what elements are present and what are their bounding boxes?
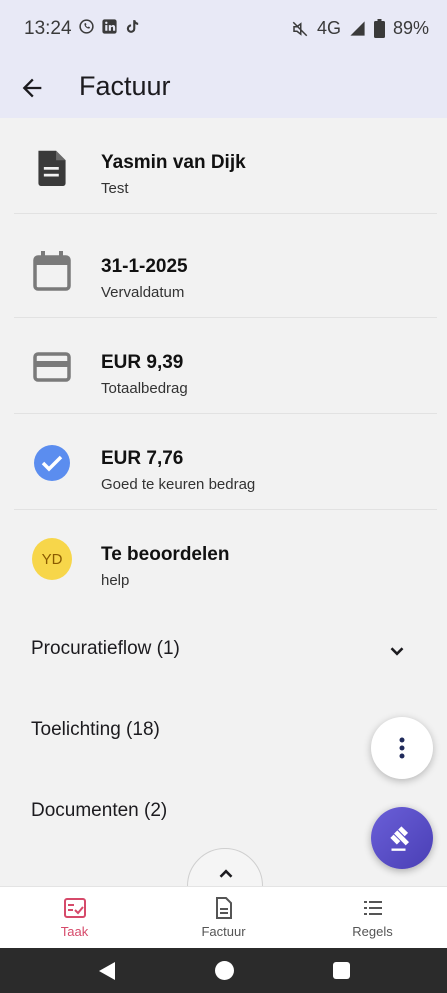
signal-icon: [350, 21, 365, 36]
system-navigation-bar: [0, 948, 447, 993]
info-row-supplier: Yasmin van Dijk Test: [14, 118, 437, 214]
battery-percent: 89%: [392, 18, 429, 38]
total-amount-value: EUR 9,39: [101, 352, 184, 373]
due-date-value: 31-1-2025: [101, 256, 188, 277]
nav-item-factuur[interactable]: Factuur: [149, 887, 298, 949]
page-title: Factuur: [79, 71, 171, 101]
system-recents-button[interactable]: [333, 962, 350, 979]
nav-item-taak[interactable]: Taak: [0, 887, 149, 949]
avatar: YD: [32, 538, 72, 580]
network-type: 4G: [316, 18, 341, 38]
section-label: Procuratieflow (1): [31, 638, 180, 659]
supplier-name: Yasmin van Dijk: [101, 152, 246, 173]
task-check-icon: [64, 898, 86, 918]
approve-amount-label: Goed te keuren bedrag: [101, 476, 256, 493]
document-outline-icon: [216, 897, 232, 919]
info-row-approve-amount: EUR 7,76 Goed te keuren bedrag: [14, 414, 437, 510]
nav-label: Taak: [60, 924, 89, 939]
calendar-icon: [32, 251, 72, 291]
system-status-icons: 4G 89%: [291, 18, 429, 39]
status-bar: 13:24 4G 89%: [0, 0, 447, 58]
info-row-assessor: YD Te beoordelen help: [14, 510, 437, 606]
info-row-due-date: 31-1-2025 Vervaldatum: [14, 222, 437, 318]
due-date-label: Vervaldatum: [101, 284, 185, 301]
linkedin-icon: [102, 19, 117, 34]
assessment-note: help: [101, 572, 130, 589]
battery-icon: [373, 19, 385, 38]
notification-icons: [78, 18, 141, 35]
assessment-status: Te beoordelen: [101, 544, 230, 565]
whatsapp-icon: [79, 19, 94, 34]
nav-label: Factuur: [201, 924, 246, 939]
chevron-down-icon: [390, 647, 404, 656]
bottom-navigation: Taak Factuur Regels: [0, 886, 447, 948]
more-options-button[interactable]: [371, 717, 433, 779]
list-icon: [364, 901, 382, 915]
nav-label: Regels: [352, 924, 393, 939]
invoice-details: Yasmin van Dijk Test 31-1-2025 Vervaldat…: [0, 118, 447, 886]
document-icon: [32, 147, 72, 187]
status-time: 13:24: [24, 18, 72, 39]
avatar-wrapper: YD: [32, 538, 72, 580]
supplier-sub: Test: [101, 180, 129, 197]
section-procuratieflow[interactable]: Procuratieflow (1): [0, 618, 447, 680]
arrow-back-icon[interactable]: [18, 74, 46, 102]
approve-amount-value: EUR 7,76: [101, 448, 184, 469]
section-label: Toelichting (18): [31, 719, 160, 740]
section-label: Documenten (2): [31, 800, 168, 821]
system-home-button[interactable]: [215, 961, 234, 980]
gavel-icon: [390, 826, 409, 851]
check-circle-icon: [32, 443, 72, 483]
nav-item-regels[interactable]: Regels: [298, 887, 447, 949]
more-vertical-icon: [399, 737, 405, 759]
total-amount-label: Totaalbedrag: [101, 380, 188, 397]
system-back-icon[interactable]: [98, 962, 116, 980]
info-row-total: EUR 9,39 Totaalbedrag: [14, 318, 437, 414]
tiktok-icon: [126, 20, 139, 33]
credit-card-icon: [32, 347, 72, 387]
approve-action-button[interactable]: [371, 807, 433, 869]
app-bar: Factuur: [0, 58, 447, 118]
chevron-up-icon: [219, 869, 233, 878]
mute-icon: [292, 21, 308, 36]
